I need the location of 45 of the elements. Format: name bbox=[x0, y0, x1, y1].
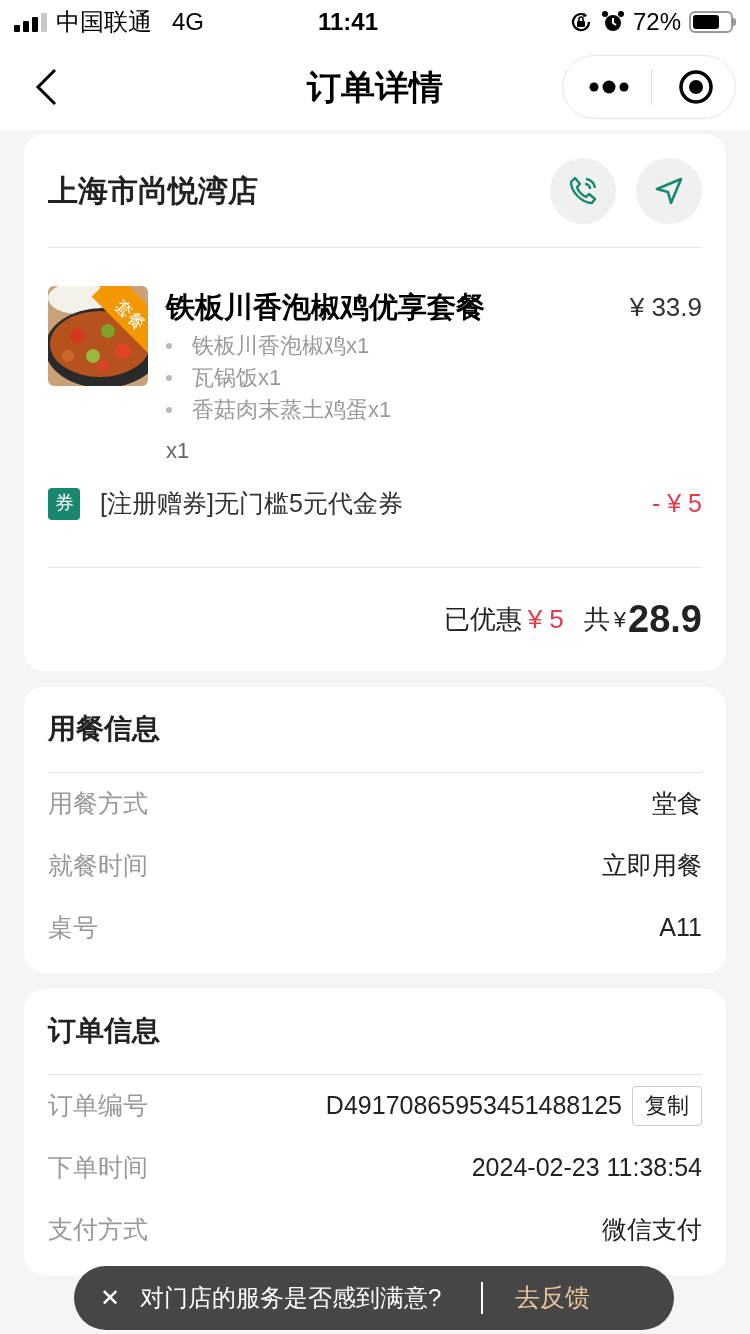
quantity: x1 bbox=[166, 437, 190, 463]
page-title: 订单详情 bbox=[307, 66, 443, 108]
info-label: 用餐方式 bbox=[48, 787, 148, 819]
signal-icon bbox=[14, 12, 48, 32]
coupon-name: [注册赠券]无门槛5元代金券 bbox=[100, 487, 403, 519]
info-label: 下单时间 bbox=[48, 1151, 148, 1183]
phone-icon bbox=[567, 174, 599, 207]
coupon-amount: - ¥ 5 bbox=[651, 487, 702, 519]
copy-button[interactable]: 复制 bbox=[632, 1085, 702, 1126]
store-name: 上海市尚悦湾店 bbox=[48, 173, 258, 209]
more-icon[interactable] bbox=[589, 80, 629, 94]
info-value: D49170865953451488125 bbox=[325, 1089, 622, 1121]
info-value: A11 bbox=[659, 911, 702, 943]
close-button[interactable]: ✕ bbox=[100, 1280, 120, 1316]
combo-component: 铁板川香泡椒鸡x1 bbox=[192, 332, 370, 360]
info-label: 订单编号 bbox=[48, 1089, 148, 1121]
discount-label: 已优惠 bbox=[443, 602, 522, 636]
currency-sign: ¥ bbox=[613, 605, 627, 634]
total-amount: 28.9 bbox=[628, 596, 702, 642]
total-label: 共 bbox=[583, 602, 610, 636]
info-value: 2024-02-23 11:38:54 bbox=[471, 1151, 702, 1183]
toast-message: 对门店的服务是否感到满意? bbox=[140, 1283, 442, 1313]
carrier-name: 中国联通 bbox=[56, 7, 152, 37]
combo-component: 香菇肉末蒸土鸡蛋x1 bbox=[192, 396, 392, 424]
discount-amount: ¥ 5 bbox=[527, 602, 564, 636]
feedback-link[interactable]: 去反馈 bbox=[515, 1279, 591, 1317]
info-label: 就餐时间 bbox=[48, 849, 148, 881]
network-type: 4G bbox=[172, 7, 204, 37]
back-icon[interactable] bbox=[34, 68, 58, 106]
coupon-tag: 券 bbox=[48, 487, 80, 520]
info-label: 支付方式 bbox=[48, 1213, 148, 1245]
battery-percent: 72% bbox=[632, 7, 681, 37]
section-title: 用餐信息 bbox=[48, 712, 160, 746]
clock: 11:41 bbox=[318, 7, 379, 37]
combo-component: 瓦锅饭x1 bbox=[192, 364, 282, 392]
info-value: 立即用餐 bbox=[602, 849, 702, 881]
product-price: ¥ 33.9 bbox=[629, 291, 702, 324]
info-value: 微信支付 bbox=[602, 1213, 702, 1245]
info-value: 堂食 bbox=[652, 787, 702, 819]
info-label: 桌号 bbox=[48, 911, 98, 943]
alarm-icon bbox=[600, 10, 625, 34]
section-title: 订单信息 bbox=[48, 1014, 160, 1048]
product-name: 铁板川香泡椒鸡优享套餐 bbox=[166, 290, 485, 325]
close-mini-program-icon[interactable] bbox=[678, 69, 714, 105]
battery-icon bbox=[689, 11, 736, 33]
